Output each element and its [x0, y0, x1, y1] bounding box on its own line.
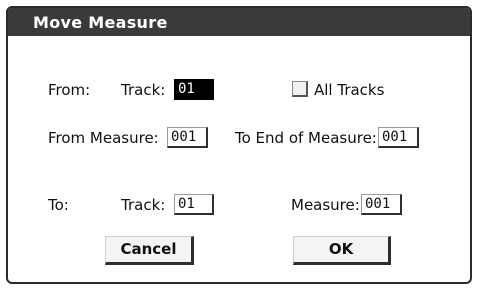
- to-track-field[interactable]: 01: [174, 194, 214, 215]
- all-tracks-label: All Tracks: [314, 81, 385, 99]
- cancel-button[interactable]: Cancel: [105, 236, 194, 265]
- to-track-label: Track:: [121, 196, 166, 214]
- to-end-of-measure-field[interactable]: 001: [378, 127, 419, 148]
- to-label: To:: [48, 196, 69, 214]
- to-measure-field[interactable]: 001: [361, 194, 402, 215]
- to-end-of-measure-label: To End of Measure:: [235, 129, 377, 147]
- from-label: From:: [48, 81, 91, 99]
- to-measure-label: Measure:: [291, 196, 360, 214]
- from-measure-label: From Measure:: [48, 129, 159, 147]
- ok-button[interactable]: OK: [293, 236, 391, 265]
- from-measure-field[interactable]: 001: [167, 127, 208, 148]
- from-track-field[interactable]: 01: [174, 79, 214, 100]
- move-measure-dialog: Move Measure From: Track: 01 All Tracks …: [6, 6, 472, 284]
- all-tracks-checkbox[interactable]: [292, 81, 308, 97]
- dialog-titlebar: Move Measure: [8, 8, 470, 36]
- dialog-title: Move Measure: [33, 13, 168, 32]
- from-track-label: Track:: [121, 81, 166, 99]
